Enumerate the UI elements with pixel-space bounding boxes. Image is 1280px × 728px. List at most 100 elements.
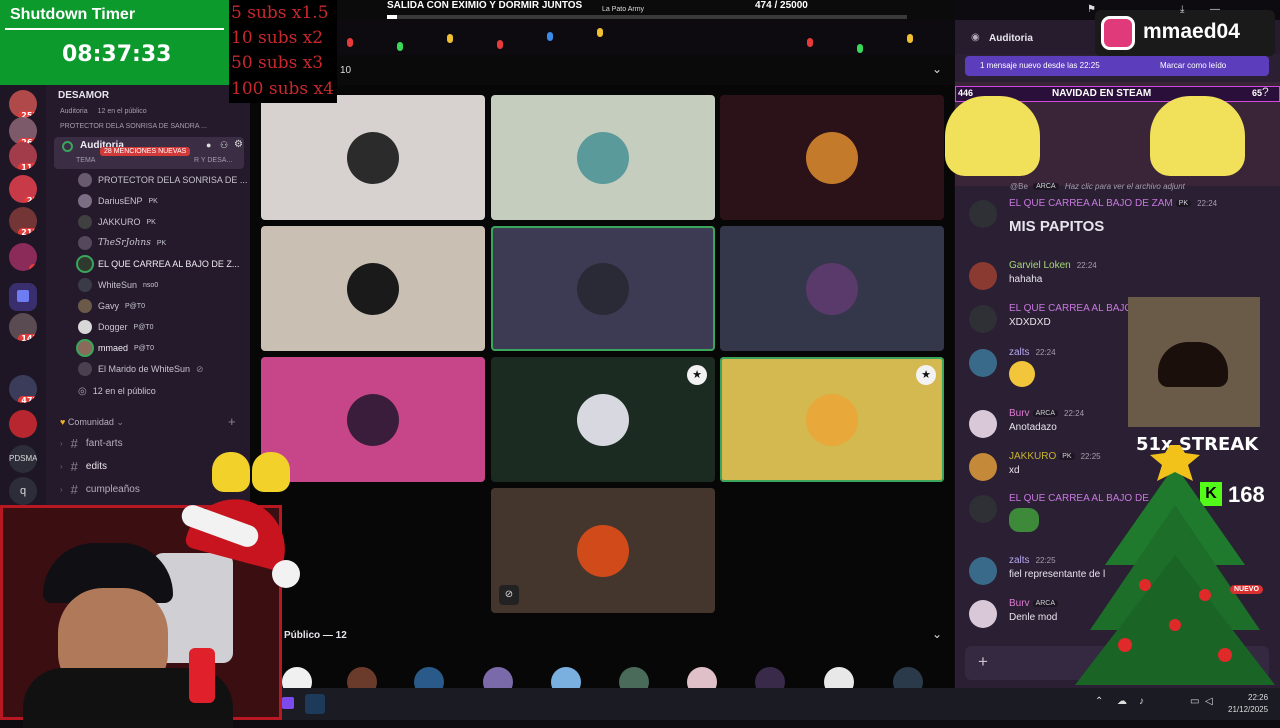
plus-icon[interactable]: + <box>978 652 988 672</box>
chat-icon[interactable]: ● <box>206 140 211 150</box>
server-badge: 4 <box>29 264 37 271</box>
community-category[interactable]: ♥ Comunidad ⌄ <box>60 417 124 428</box>
member-name: PROTECTOR DELA SONRISA DE ... <box>98 175 248 185</box>
instagram-handle: mmaed04 <box>1143 20 1240 43</box>
hash-icon: # <box>70 458 78 474</box>
message-author: zalts 22:24 <box>1009 347 1056 358</box>
channel-item[interactable]: › # edits <box>60 456 107 476</box>
chevron-down-icon[interactable]: ⌄ <box>932 627 942 641</box>
speaker-tile[interactable] <box>261 226 485 351</box>
server-pdsma[interactable]: PDSMA <box>9 445 37 473</box>
chevron-up-icon[interactable]: ⌃ <box>1095 696 1103 707</box>
speaker-tile[interactable] <box>720 95 944 220</box>
server-badge: 28 <box>23 196 37 203</box>
avatar <box>577 524 629 577</box>
chevron-down-icon[interactable]: ⌄ <box>932 62 942 76</box>
speaker-tile[interactable] <box>720 226 944 351</box>
channel-item[interactable]: › # cumpleaños <box>60 479 140 499</box>
mention-badge[interactable]: 28 MENCIONES NUEVAS <box>100 147 191 156</box>
topic-suffix: R Y DESA... <box>194 157 233 164</box>
new-badge: NUEVO <box>1230 585 1263 594</box>
clock-time[interactable]: 22:26 <box>1248 693 1268 702</box>
speaker-tile[interactable] <box>261 357 485 482</box>
server-icon[interactable]: 28 <box>9 175 37 203</box>
volume-icon[interactable]: ◁ <box>1205 696 1213 707</box>
member-item[interactable]: JAKKURO PK <box>78 212 156 232</box>
member-item[interactable]: Gavy P@T0 <box>78 296 145 316</box>
server-icon[interactable] <box>9 410 37 438</box>
add-user-icon[interactable]: ⚇ <box>220 140 228 151</box>
goal-title: SALIDA CON EXIMIO Y DORMIR JUNTOS <box>387 0 583 11</box>
speaker-tile[interactable]: ★ <box>491 357 715 482</box>
steam-icon[interactable] <box>305 694 325 714</box>
minimize-icon[interactable]: — <box>1210 4 1220 15</box>
chevron-down-icon: ⌄ <box>116 417 124 427</box>
folder-icon[interactable] <box>9 283 37 311</box>
christmas-banner: 446 NAVIDAD EN STEAM 65 <box>945 82 1280 186</box>
server-icon[interactable]: 114 <box>9 142 37 170</box>
member-name: WhiteSun <box>98 280 138 290</box>
member-item[interactable]: WhiteSun nso0 <box>78 275 158 295</box>
server-icon[interactable]: 472 <box>9 375 37 403</box>
message-author: Burv ARCA 22:24 <box>1009 408 1085 419</box>
goal-fill <box>387 15 397 19</box>
shutdown-timer: Shutdown Timer 08:37:33 <box>0 0 229 85</box>
moderator-icon: ★ <box>916 365 936 385</box>
new-message-banner[interactable]: 1 mensaje nuevo desde las 22:25 Marcar c… <box>965 56 1269 76</box>
download-icon[interactable]: ⤓ <box>1180 4 1184 15</box>
member-item[interactable]: EL QUE CARREA AL BAJO DE Z... <box>78 254 239 274</box>
cloud-icon[interactable]: ☁ <box>1117 696 1127 707</box>
message-author: zalts 22:25 <box>1009 555 1056 566</box>
server-icon[interactable]: 219 <box>9 207 37 235</box>
avatar <box>78 341 92 355</box>
avatar <box>78 236 92 250</box>
stage-subline: Auditoria 12 en el público <box>60 108 147 115</box>
microphone-icon[interactable]: ♪ <box>1139 696 1144 707</box>
network-icon[interactable]: ▭ <box>1190 696 1199 707</box>
topic-prefix: TEMA <box>76 157 96 164</box>
active-channel[interactable]: Auditoria 28 MENCIONES NUEVAS TEMA R Y D… <box>54 137 244 169</box>
instagram-overlay: mmaed04 <box>1095 10 1275 56</box>
avatar <box>969 305 997 333</box>
clock-date[interactable]: 21/12/2025 <box>1228 705 1268 714</box>
reply-hint-name: @Be <box>1010 182 1028 191</box>
member-item[interactable]: El Marido de WhiteSun ⊘ <box>78 359 204 379</box>
mark-read-link[interactable]: Marcar como leído <box>1160 61 1226 70</box>
server-q[interactable]: q <box>9 477 37 505</box>
folder-glyph <box>17 290 29 302</box>
speaker-tile[interactable] <box>261 95 485 220</box>
section-title[interactable]: DESAMOR <box>58 90 109 101</box>
member-tag: PK <box>146 218 156 226</box>
member-item[interactable]: mmaed P@T0 <box>78 338 154 358</box>
server-icon[interactable]: 141 <box>9 313 37 341</box>
member-name: mmaed <box>98 343 129 353</box>
chevron-right-icon: › <box>60 484 63 494</box>
flag-icon[interactable]: ⚑ <box>1087 4 1096 15</box>
topic-subline: PROTECTOR DELA SONRISA DE SANDRA ... <box>60 123 207 130</box>
instagram-icon <box>1101 16 1135 50</box>
server-icon[interactable]: 4 <box>9 243 37 271</box>
speaker-tile[interactable] <box>491 95 715 220</box>
server-icon[interactable]: 258 <box>9 90 37 118</box>
member-item[interactable]: PROTECTOR DELA SONRISA DE ... <box>78 170 247 190</box>
add-channel-icon[interactable]: + <box>228 414 236 429</box>
public-count-row[interactable]: ◎ 12 en el público <box>78 381 156 401</box>
duck-santa-right <box>1150 96 1245 176</box>
avatar <box>577 131 629 184</box>
speaker-tile-speaking[interactable]: ★ <box>720 357 944 482</box>
avatar <box>78 257 92 271</box>
help-icon[interactable]: ? <box>1262 85 1269 99</box>
server-icon[interactable]: 264 <box>9 117 37 145</box>
speaker-tile-speaking[interactable] <box>491 226 715 351</box>
member-tag: PK <box>156 239 167 247</box>
event-right-count: 65 <box>1252 88 1263 98</box>
channel-item[interactable]: › # fant-arts <box>60 433 123 453</box>
gear-icon[interactable]: ⚙ <box>234 139 243 150</box>
member-item[interactable]: DariusENP PK <box>78 191 158 211</box>
audience-label: Público — 12 <box>284 630 347 641</box>
speaker-tile[interactable]: ⊘ <box>491 488 715 613</box>
headphones-icon: ◎ <box>78 385 87 397</box>
member-item[interactable]: Dogger P@T0 <box>78 317 153 337</box>
app-icon[interactable] <box>282 697 294 709</box>
member-item[interactable]: TheSrJohns PK <box>78 233 166 253</box>
